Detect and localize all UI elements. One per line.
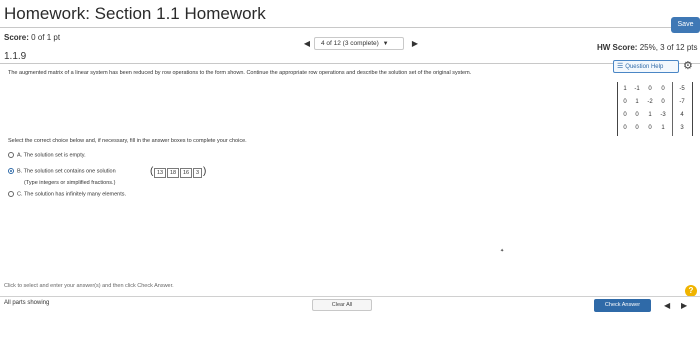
question-help-label: Question Help xyxy=(625,64,664,70)
option-b-note: (Type integers or simplified fractions.) xyxy=(24,180,116,186)
option-b[interactable]: B. The solution set contains one solutio… xyxy=(8,168,116,174)
answer-box-1[interactable]: 13 xyxy=(154,168,166,178)
hw-score: HW Score: 25%, 3 of 12 pts xyxy=(597,43,698,52)
question-select[interactable]: 4 of 12 (3 complete) ▼ xyxy=(314,37,404,50)
matrix-cell: 1 xyxy=(661,125,665,131)
footer-divider xyxy=(0,296,700,297)
matrix-cell: 4 xyxy=(680,112,684,118)
open-paren: ( xyxy=(150,166,154,177)
option-a-text: The solution set is empty. xyxy=(23,152,86,159)
previous-question-icon[interactable]: ◀ xyxy=(300,37,314,50)
answer-box-4[interactable]: 3 xyxy=(193,168,202,178)
option-a-letter: A. xyxy=(17,152,23,159)
list-icon: ☰ xyxy=(617,63,624,70)
question-select-text: 4 of 12 (3 complete) xyxy=(321,40,379,47)
option-b-text: The solution set contains one solution xyxy=(23,168,116,175)
matrix-cell: 0 xyxy=(661,86,665,92)
score: Score: 0 of 1 pt xyxy=(4,33,60,42)
matrix-cell: 0 xyxy=(648,125,652,131)
matrix-cell: -5 xyxy=(679,86,685,92)
matrix-cell: -7 xyxy=(679,99,685,105)
matrix-cell: -2 xyxy=(647,99,653,105)
next-part-icon[interactable]: ▶ xyxy=(681,299,687,312)
matrix-cell: 0 xyxy=(635,125,639,131)
matrix-cell: 1 xyxy=(648,112,652,118)
matrix-cell: 0 xyxy=(623,125,627,131)
previous-part-icon[interactable]: ◀ xyxy=(664,299,670,312)
option-c-letter: C. xyxy=(17,191,23,198)
score-label: Score: xyxy=(4,33,29,42)
check-answer-button[interactable]: Check Answer xyxy=(594,299,651,312)
answer-box-2[interactable]: 18 xyxy=(167,168,179,178)
radio-c[interactable] xyxy=(8,191,14,197)
option-c[interactable]: C. The solution has infinitely many elem… xyxy=(8,191,126,197)
chevron-down-icon: ▼ xyxy=(382,41,389,47)
next-question-icon[interactable]: ▶ xyxy=(408,37,422,50)
title-bar: Homework: Section 1.1 Homework xyxy=(0,0,700,28)
matrix-cell: 0 xyxy=(648,86,652,92)
matrix-cell: 0 xyxy=(635,112,639,118)
parts-showing: All parts showing xyxy=(4,300,50,306)
matrix-augment-bar xyxy=(672,82,673,136)
augmented-matrix: 1 -1 0 0 -5 0 1 -2 0 -7 0 0 1 -3 4 0 0 0… xyxy=(617,82,693,136)
question-help-button[interactable]: ☰ Question Help xyxy=(613,60,679,73)
hw-score-label: HW Score: xyxy=(597,43,638,52)
matrix-cell: -1 xyxy=(634,86,640,92)
score-value: 0 of 1 pt xyxy=(31,33,61,42)
matrix-cell: 0 xyxy=(661,99,665,105)
answer-instruction: Select the correct choice below and, if … xyxy=(8,138,247,144)
matrix-cell: 3 xyxy=(680,125,684,131)
clear-all-button[interactable]: Clear All xyxy=(312,299,372,311)
radio-b[interactable] xyxy=(8,168,14,174)
mouse-cursor-icon: ✦ xyxy=(500,248,505,254)
divider xyxy=(0,63,700,64)
hw-score-value: 25%, 3 of 12 pts xyxy=(639,43,698,52)
matrix-cell: 0 xyxy=(623,112,627,118)
option-b-letter: B. xyxy=(17,168,23,175)
matrix-cell: 1 xyxy=(623,86,627,92)
option-a[interactable]: A. The solution set is empty. xyxy=(8,152,86,158)
close-paren: ) xyxy=(203,166,207,177)
option-c-text: The solution has infinitely many element… xyxy=(23,191,127,198)
matrix-cell: 1 xyxy=(635,99,639,105)
question-number: 1.1.9 xyxy=(4,51,27,62)
matrix-cell: 0 xyxy=(623,99,627,105)
save-button[interactable]: Save xyxy=(671,17,700,33)
gear-icon[interactable]: ⚙ xyxy=(683,59,693,72)
matrix-cell: -3 xyxy=(660,112,666,118)
radio-a[interactable] xyxy=(8,152,14,158)
answer-box-3[interactable]: 16 xyxy=(180,168,192,178)
question-prompt: The augmented matrix of a linear system … xyxy=(8,70,472,76)
footer-instruction: Click to select and enter your answer(s)… xyxy=(4,283,174,289)
homework-title: Homework: Section 1.1 Homework xyxy=(4,4,266,23)
